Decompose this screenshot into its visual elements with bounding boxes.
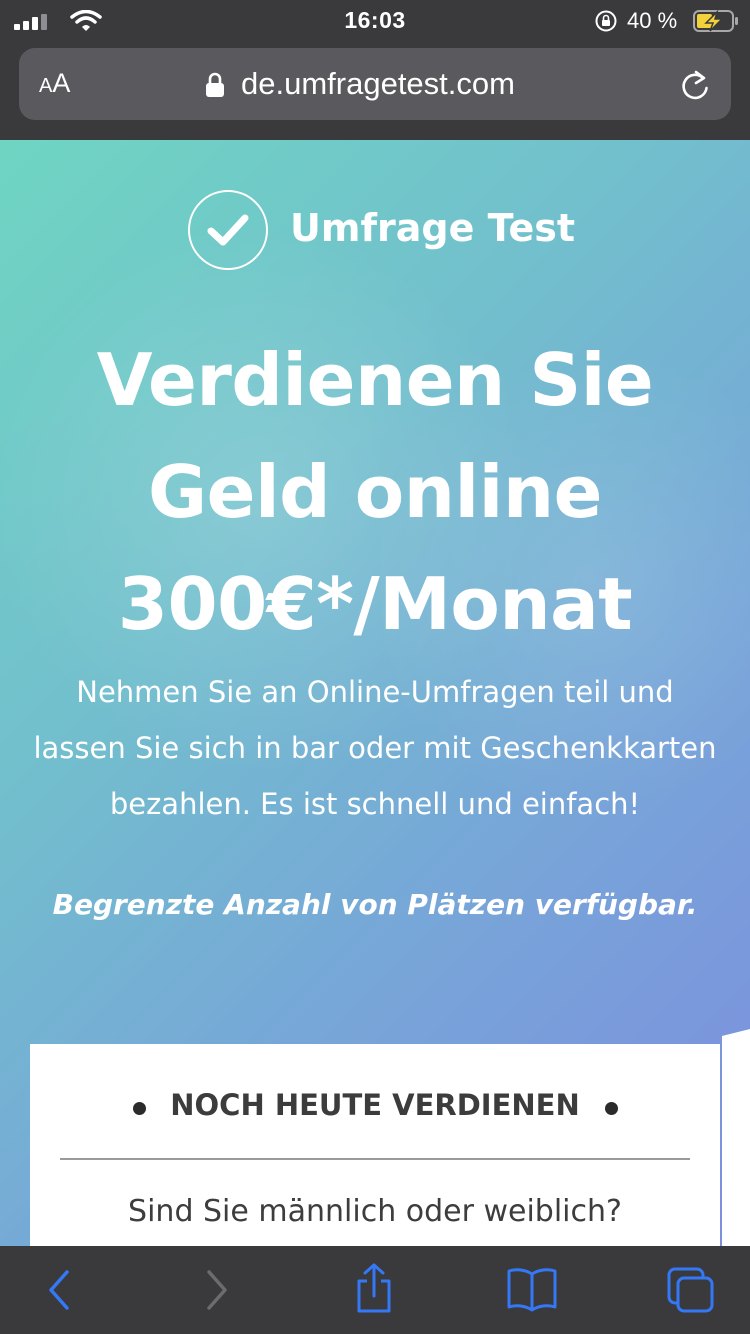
browser-toolbar: [0, 1246, 750, 1334]
back-icon[interactable]: [44, 1266, 74, 1314]
address-bar[interactable]: AA de.umfragetest.com: [19, 48, 731, 120]
checkmark-icon: [207, 214, 249, 246]
reload-icon[interactable]: [679, 68, 711, 102]
headline-line-1: Verdienen Sie: [96, 338, 654, 422]
gender-question: Sind Sie männlich oder weiblich?: [128, 1194, 622, 1229]
hero-description: Nehmen Sie an Online-Umfragen teil und l…: [33, 675, 717, 821]
headline-line-3: 300€*/Monat: [117, 562, 633, 646]
headline: Verdienen Sie Geld online 300€*/Monat: [0, 324, 750, 660]
rotation-lock-icon: [595, 10, 617, 32]
bullet-dot: [605, 1102, 618, 1115]
bookmarks-icon[interactable]: [506, 1266, 558, 1312]
text-size-button[interactable]: AA: [39, 68, 70, 99]
card-edge-decoration: [722, 1021, 750, 1246]
browser-address-area: AA de.umfragetest.com: [0, 42, 750, 140]
status-bar: 16:03 40 %: [0, 0, 750, 42]
forward-icon[interactable]: [202, 1266, 232, 1314]
lock-icon: [206, 72, 224, 97]
headline-line-2: Geld online: [148, 450, 602, 534]
url-text[interactable]: de.umfragetest.com: [241, 66, 515, 102]
tabs-icon[interactable]: [666, 1266, 716, 1314]
logo-text: Umfrage Test: [290, 206, 575, 250]
share-icon[interactable]: [352, 1262, 396, 1314]
divider: [60, 1158, 690, 1160]
battery-charging-icon: [693, 9, 738, 32]
limited-spots-note: Begrenzte Anzahl von Plätzen verfügbar.: [52, 888, 698, 921]
battery-percent: 40 %: [627, 8, 678, 33]
